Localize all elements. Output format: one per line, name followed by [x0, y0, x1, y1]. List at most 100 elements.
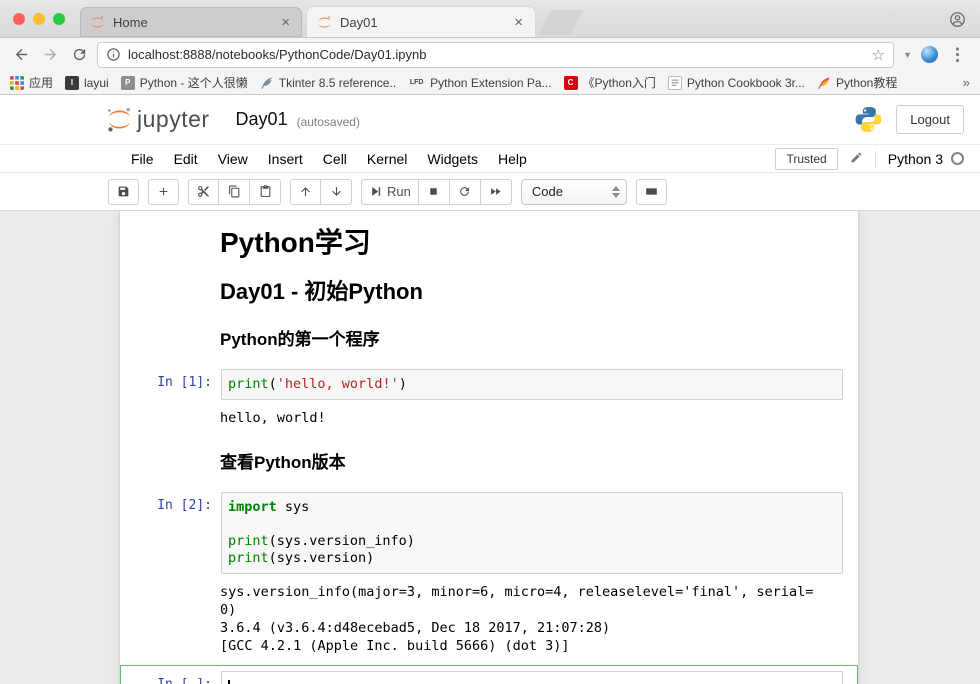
- input-prompt: In [1]:: [121, 369, 221, 400]
- code-input-1[interactable]: print('hello, world!'): [221, 369, 843, 400]
- browser-tab-home[interactable]: Home ×: [80, 7, 302, 37]
- tab-title: Home: [113, 15, 279, 30]
- output-prompt: [120, 407, 220, 427]
- save-button[interactable]: [108, 179, 139, 205]
- bookmark-label: 《Python入门: [583, 74, 656, 91]
- window-zoom-button[interactable]: [53, 13, 65, 25]
- edit-title-pencil-icon[interactable]: [850, 151, 863, 167]
- bookmark-python-tutorial[interactable]: Python教程: [817, 74, 897, 91]
- dropdown-triangle-icon[interactable]: ▼: [901, 50, 914, 60]
- output-prompt: [120, 581, 220, 655]
- notebook-title[interactable]: Day01: [236, 109, 288, 130]
- bookmark-python-blog[interactable]: P Python - 这个人很懒: [121, 74, 248, 91]
- jupyter-logo[interactable]: jupyter: [106, 106, 210, 133]
- output-text-1: hello, world!: [220, 409, 844, 427]
- browser-tab-day01[interactable]: Day01 ×: [307, 7, 535, 37]
- divider: [875, 151, 876, 167]
- heading-first-program: Python的第一个程序: [220, 330, 844, 350]
- cell-type-select[interactable]: Code: [521, 179, 627, 205]
- kernel-idle-icon: [951, 152, 964, 165]
- kernel-name: Python 3: [888, 151, 943, 167]
- address-bar[interactable]: localhost:8888/notebooks/PythonCode/Day0…: [97, 42, 894, 68]
- code-input-empty[interactable]: [221, 671, 843, 684]
- move-cell-up-button[interactable]: [290, 179, 321, 205]
- bookmarks-overflow-chevron[interactable]: »: [963, 75, 970, 90]
- python-logo-icon: [854, 105, 883, 134]
- jupyter-logo-icon: [106, 106, 133, 133]
- trusted-badge[interactable]: Trusted: [775, 148, 837, 170]
- python-blog-favicon: P: [121, 76, 135, 90]
- code-cell-2[interactable]: In [2]: import sys print(sys.version_inf…: [120, 491, 858, 575]
- jupyter-logo-text: jupyter: [137, 106, 210, 133]
- notebook-scroll-area[interactable]: Python学习 Day01 - 初始Python Python的第一个程序 I…: [0, 210, 980, 684]
- menu-view[interactable]: View: [208, 147, 258, 171]
- interrupt-kernel-button[interactable]: [419, 179, 450, 205]
- bookmark-apps[interactable]: 应用: [10, 74, 53, 91]
- output-text-2: sys.version_info(major=3, minor=6, micro…: [220, 583, 844, 655]
- kernel-indicator: Python 3: [888, 151, 964, 167]
- output-cell-2: sys.version_info(major=3, minor=6, micro…: [120, 581, 858, 655]
- heading-python-study: Python学习: [220, 227, 844, 259]
- code-input-2[interactable]: import sys print(sys.version_info)print(…: [221, 492, 843, 574]
- tab-close-icon[interactable]: ×: [279, 15, 292, 30]
- new-tab-button[interactable]: [539, 10, 584, 34]
- input-prompt: In [2]:: [121, 492, 221, 574]
- code-cell-empty-selected[interactable]: In [ ]:: [120, 665, 858, 684]
- logout-button[interactable]: Logout: [896, 105, 964, 134]
- cut-cell-button[interactable]: [188, 179, 219, 205]
- bookmark-layui[interactable]: l layui: [65, 76, 109, 90]
- markdown-cell-h3-version[interactable]: 查看Python版本: [120, 453, 858, 473]
- restart-kernel-button[interactable]: [450, 179, 481, 205]
- forward-button[interactable]: [39, 44, 61, 66]
- bookmark-label: Python Extension Pa...: [430, 76, 551, 90]
- browser-toolbar: localhost:8888/notebooks/PythonCode/Day0…: [0, 38, 980, 71]
- notebook-menubar: File Edit View Insert Cell Kernel Widget…: [0, 144, 980, 173]
- feather-icon: [260, 76, 274, 90]
- menu-file[interactable]: File: [121, 147, 164, 171]
- window-close-button[interactable]: [13, 13, 25, 25]
- menu-kernel[interactable]: Kernel: [357, 147, 417, 171]
- bookmark-python-intro[interactable]: C 《Python入门: [564, 74, 656, 91]
- bookmarks-bar: 应用 l layui P Python - 这个人很懒 Tkinter 8.5 …: [0, 71, 980, 95]
- paste-cell-button[interactable]: [250, 179, 281, 205]
- bookmark-label: Tkinter 8.5 reference..: [279, 76, 396, 90]
- menu-edit[interactable]: Edit: [164, 147, 208, 171]
- command-palette-button[interactable]: [636, 179, 667, 205]
- bookmark-python-cookbook[interactable]: Python Cookbook 3r...: [668, 76, 805, 90]
- text-cursor: [228, 680, 230, 684]
- copy-cell-button[interactable]: [219, 179, 250, 205]
- profile-avatar-icon[interactable]: [949, 11, 966, 28]
- browser-menu-icon[interactable]: ⋮: [945, 45, 970, 65]
- bookmark-lfd-python-extensions[interactable]: LFD Python Extension Pa...: [408, 76, 551, 90]
- tab-close-icon[interactable]: ×: [512, 15, 525, 30]
- window-controls: [13, 13, 65, 25]
- add-cell-button[interactable]: [148, 179, 179, 205]
- bookmark-tkinter[interactable]: Tkinter 8.5 reference..: [260, 76, 396, 90]
- jupyter-favicon-icon: [90, 15, 105, 30]
- markdown-cell-h3-first-program[interactable]: Python的第一个程序: [120, 330, 858, 350]
- markdown-cell-h2[interactable]: Day01 - 初始Python: [120, 279, 858, 305]
- page-info-icon[interactable]: [106, 47, 121, 62]
- menu-cell[interactable]: Cell: [313, 147, 357, 171]
- window-minimize-button[interactable]: [33, 13, 45, 25]
- heading-check-version: 查看Python版本: [220, 453, 844, 473]
- cell-type-value: Code: [532, 184, 563, 199]
- reload-button[interactable]: [68, 44, 90, 66]
- input-prompt: In [ ]:: [121, 671, 221, 684]
- menu-insert[interactable]: Insert: [258, 147, 313, 171]
- restart-run-all-button[interactable]: [481, 179, 512, 205]
- menu-widgets[interactable]: Widgets: [417, 147, 488, 171]
- bookmark-label: Python Cookbook 3r...: [687, 76, 805, 90]
- bookmark-star-icon[interactable]: ☆: [872, 46, 885, 64]
- autosave-status: (autosaved): [297, 111, 360, 129]
- layui-favicon: l: [65, 76, 79, 90]
- markdown-cell-h1[interactable]: Python学习: [120, 227, 858, 259]
- url-text: localhost:8888/notebooks/PythonCode/Day0…: [128, 47, 865, 62]
- back-button[interactable]: [10, 44, 32, 66]
- code-cell-1[interactable]: In [1]: print('hello, world!'): [120, 368, 858, 401]
- move-cell-down-button[interactable]: [321, 179, 352, 205]
- apps-grid-icon: [10, 76, 24, 90]
- run-cell-button[interactable]: Run: [361, 179, 419, 205]
- extension-globe-icon[interactable]: [921, 46, 938, 63]
- menu-help[interactable]: Help: [488, 147, 537, 171]
